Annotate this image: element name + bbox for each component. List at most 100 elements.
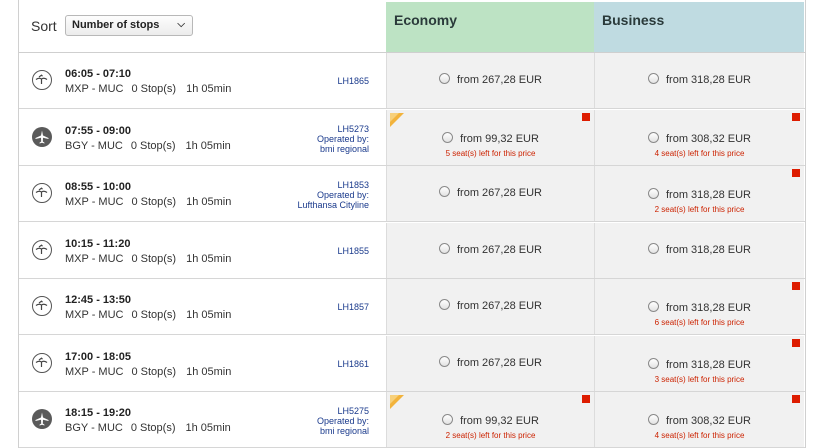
flight-number-link[interactable]: LH1861 [337,359,369,369]
economy-fare-cell[interactable]: from 267,28 EUR [386,335,594,391]
business-fare-radio[interactable] [648,131,659,143]
business-fare-radio[interactable] [648,242,659,254]
business-fare-option[interactable]: from 308,32 EUR [595,414,804,427]
business-fare-option[interactable]: from 318,28 EUR [595,188,804,201]
economy-price: from 99,32 EUR [460,415,539,427]
economy-fare-radio[interactable] [442,414,454,425]
route-airports: MXP - MUC [65,365,124,378]
business-fare-option[interactable]: from 318,28 EUR [595,73,804,86]
business-seats-left: 6 seat(s) left for this price [654,318,745,327]
economy-fare-option[interactable]: from 99,32 EUR [387,131,594,145]
flight-number-link[interactable]: LH1865 [337,76,369,86]
flight-times: 10:15 - 11:20 [65,237,131,250]
economy-fare-radio[interactable] [439,355,450,367]
flight-times: 18:15 - 19:20 [65,407,132,419]
flight-times: 08:55 - 10:00 [65,181,132,193]
economy-fare-cell[interactable]: from 267,28 EUR [386,166,594,221]
low-availability-flag-icon [792,169,800,177]
stop-count: 0 Stop(s) [131,83,177,95]
flight-route-info: BGY - MUC 0 Stop(s) 1h 05min [65,422,231,434]
stop-count: 0 Stop(s) [131,309,177,321]
economy-fare-option[interactable]: from 267,28 EUR [387,242,594,256]
sort-selected-value: Number of stops [72,19,160,31]
economy-fare-option[interactable]: from 267,28 EUR [387,355,594,369]
economy-fare-radio[interactable] [439,73,450,84]
chevron-down-icon: ⌵ [177,19,185,30]
business-fare-cell[interactable]: from 318,28 EUR [594,222,804,278]
economy-fare-option[interactable]: from 267,28 EUR [387,73,594,86]
economy-price: from 267,28 EUR [457,300,542,312]
flight-number-block: LH5273 Operated by: bmi regional [317,124,369,154]
sort-dropdown[interactable]: Number of stops ⌵ [65,15,193,36]
lufthansa-crane-icon [32,183,52,203]
business-fare-option[interactable]: from 318,28 EUR [595,301,804,314]
stop-count: 0 Stop(s) [130,422,176,434]
economy-fare-option[interactable]: from 267,28 EUR [387,299,594,312]
business-fare-cell[interactable]: from 318,28 EUR [594,53,804,108]
business-fare-radio[interactable] [648,301,659,312]
flight-row: 10:15 - 11:20 MXP - MUC 0 Stop(s) 1h 05min… [19,222,805,279]
lufthansa-crane-icon [32,70,52,90]
business-fare-radio[interactable] [648,357,659,369]
economy-fare-radio[interactable] [442,131,454,143]
economy-fare-radio[interactable] [439,242,450,254]
flight-number-block: LH1861 [337,359,369,369]
flight-duration: 1h 05min [186,83,232,95]
operated-by-label: Operated by: [316,190,369,200]
business-price: from 318,28 EUR [666,243,751,256]
flight-number-block: LH1855 [337,246,369,256]
business-fare-radio[interactable] [648,188,659,199]
flight-number-link[interactable]: LH5273 [317,124,369,134]
business-column-header: Business [594,2,804,52]
business-fare-radio[interactable] [648,414,659,425]
route-airports: MXP - MUC [65,196,124,208]
economy-seats-left: 2 seat(s) left for this price [445,431,536,440]
flight-number-link[interactable]: LH1855 [337,246,369,256]
business-fare-radio[interactable] [648,73,659,84]
flight-number-link[interactable]: LH5275 [317,406,369,416]
economy-fare-option[interactable]: from 267,28 EUR [387,186,594,199]
lufthansa-crane-icon [32,296,52,316]
business-fare-cell[interactable]: from 308,32 EUR 4 seat(s) left for this … [594,109,804,165]
route-airports: MXP - MUC [65,252,124,265]
flight-route-info: MXP - MUC 0 Stop(s) 1h 05min [65,83,231,95]
business-fare-cell[interactable]: from 308,32 EUR 4 seat(s) left for this … [594,392,804,447]
business-price: from 318,28 EUR [666,189,751,201]
economy-price: from 267,28 EUR [457,356,542,369]
economy-fare-cell[interactable]: from 267,28 EUR [386,222,594,278]
flight-number-block: LH5275 Operated by: bmi regional [317,406,369,436]
business-fare-option[interactable]: from 318,28 EUR [595,357,804,371]
business-fare-cell[interactable]: from 318,28 EUR 2 seat(s) left for this … [594,166,804,221]
business-fare-option[interactable]: from 308,32 EUR [595,131,804,145]
sort-label: Sort [31,18,57,34]
flight-number-link[interactable]: LH1853 [297,180,369,190]
economy-fare-radio[interactable] [439,299,450,310]
economy-fare-radio[interactable] [439,186,450,197]
low-availability-flag-icon [792,112,800,121]
flight-times: 12:45 - 13:50 [65,294,132,306]
economy-fare-cell[interactable]: from 99,32 EUR 2 seat(s) left for this p… [386,392,594,447]
flight-times: 07:55 - 09:00 [65,124,132,137]
flight-number-block: LH1865 [337,76,369,86]
flight-number-link[interactable]: LH1857 [337,302,369,312]
business-price: from 318,28 EUR [666,302,751,314]
route-airports: MXP - MUC [65,83,124,95]
operated-by-label: Operated by: [316,416,369,426]
economy-fare-cell[interactable]: from 99,32 EUR 5 seat(s) left for this p… [386,109,594,165]
business-price: from 318,28 EUR [666,358,751,371]
stop-count: 0 Stop(s) [131,365,177,378]
economy-fare-cell[interactable]: from 267,28 EUR [386,279,594,334]
operator-name: bmi regional [319,143,369,154]
flight-route-info: MXP - MUC 0 Stop(s) 1h 05min [65,196,231,208]
economy-price: from 267,28 EUR [457,187,542,199]
flight-route-info: MXP - MUC 0 Stop(s) 1h 05min [65,309,231,321]
low-availability-flag-icon [582,112,590,121]
business-fare-cell[interactable]: from 318,28 EUR 6 seat(s) left for this … [594,279,804,334]
flight-duration: 1h 05min [186,252,232,265]
low-availability-flag-icon [792,395,800,403]
business-seats-left: 3 seat(s) left for this price [654,374,745,384]
business-fare-option[interactable]: from 318,28 EUR [595,242,804,256]
business-fare-cell[interactable]: from 318,28 EUR 3 seat(s) left for this … [594,335,804,391]
economy-fare-option[interactable]: from 99,32 EUR [387,414,594,427]
economy-fare-cell[interactable]: from 267,28 EUR [386,53,594,108]
